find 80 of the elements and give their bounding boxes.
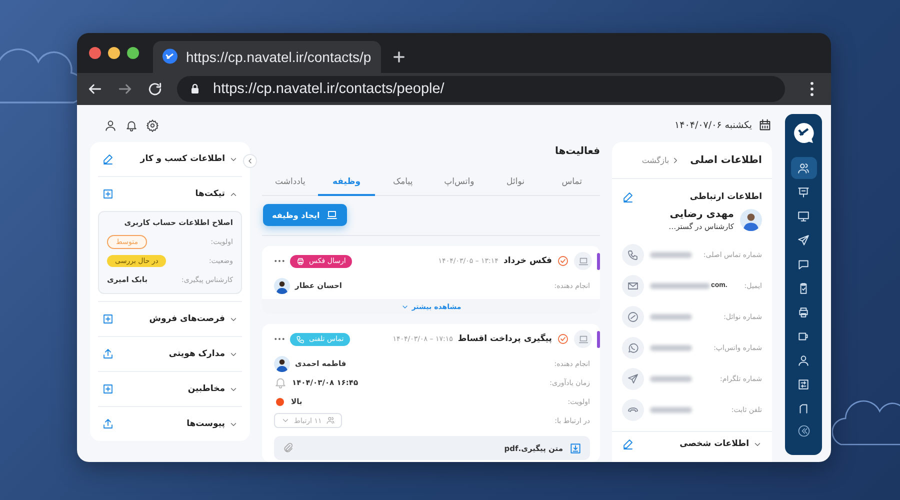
add-icon[interactable] xyxy=(102,383,114,395)
new-tab-icon[interactable] xyxy=(391,49,407,65)
settings-icon[interactable] xyxy=(146,118,159,132)
printer-icon xyxy=(296,256,305,266)
edit-icon[interactable] xyxy=(102,153,114,165)
telephone-icon[interactable] xyxy=(622,398,644,420)
upload-icon[interactable] xyxy=(102,348,114,360)
panel-title: اطلاعات اصلی xyxy=(690,154,762,166)
logo-icon xyxy=(792,121,816,145)
tab-title: https://cp.navatel.ir/contacts/p xyxy=(186,49,372,65)
blurred-value xyxy=(650,344,692,350)
back-link[interactable]: بازگشت xyxy=(642,156,680,164)
download-icon[interactable] xyxy=(569,442,582,454)
phone-icon[interactable] xyxy=(622,244,644,266)
upload-icon[interactable] xyxy=(102,418,114,430)
reload-icon[interactable] xyxy=(147,81,163,97)
avatar xyxy=(274,278,290,294)
browser-tab[interactable]: https://cp.navatel.ir/contacts/p xyxy=(153,41,381,73)
activity-tab[interactable]: تماس xyxy=(544,171,600,196)
create-task-button[interactable]: ایجاد وظیفه xyxy=(263,204,347,226)
add-icon[interactable] xyxy=(102,188,114,200)
section-title[interactable]: مدارک هویتی xyxy=(168,349,225,359)
activities-title: فعالیت‌ها xyxy=(554,146,600,157)
laptop-icon xyxy=(574,252,592,270)
back-icon[interactable] xyxy=(87,81,103,97)
blurred-value xyxy=(650,376,692,382)
collapse-toggle[interactable] xyxy=(243,154,257,168)
chat-circle-icon[interactable] xyxy=(622,306,644,328)
current-date: یکشنبه ۱۴۰۴/۰۷/۰۶ xyxy=(674,120,752,130)
section-title[interactable]: پیوست‌ها xyxy=(186,419,225,429)
more-options-icon[interactable] xyxy=(274,259,285,263)
accent-bar xyxy=(597,330,600,348)
paperclip-icon xyxy=(282,442,294,454)
avatar xyxy=(740,209,762,231)
avatar xyxy=(274,356,290,372)
blurred-value xyxy=(650,406,692,412)
contact-name: مهدی رضایی xyxy=(668,209,734,220)
activity-tab[interactable]: نوائل xyxy=(487,171,544,196)
add-icon[interactable] xyxy=(102,313,114,325)
blurred-value xyxy=(650,282,710,288)
section-title: اطلاعات ارتباطی xyxy=(690,192,762,202)
chevron-left-icon xyxy=(246,157,254,165)
activity-title: فکس خرداد xyxy=(503,256,552,266)
forward-icon[interactable] xyxy=(117,81,133,97)
section-title[interactable]: تیکت‌ها xyxy=(195,189,225,199)
address-bar[interactable]: https://cp.navatel.ir/contacts/people/ xyxy=(177,76,785,102)
lock-icon xyxy=(189,83,201,95)
laptop-icon xyxy=(574,330,592,348)
activity-title: پیگیری پرداخت اقساط xyxy=(458,334,552,344)
menu-icon[interactable] xyxy=(809,81,815,97)
chevron-down-icon xyxy=(281,416,290,425)
close-window-button[interactable] xyxy=(89,47,101,59)
laptop-icon xyxy=(326,209,338,221)
edit-icon[interactable] xyxy=(622,438,634,450)
whatsapp-icon[interactable] xyxy=(622,336,644,358)
section-title[interactable]: مخاطبین xyxy=(188,384,225,394)
notification-icon[interactable] xyxy=(125,118,138,132)
activity-tab[interactable]: یادداشت xyxy=(262,171,318,196)
calendar-icon xyxy=(758,118,772,132)
people-icon xyxy=(326,416,335,425)
section-title[interactable]: اطلاعات شخصی xyxy=(680,439,749,449)
blurred-value xyxy=(650,252,692,258)
profile-icon[interactable] xyxy=(104,118,117,132)
edit-icon[interactable] xyxy=(622,191,634,203)
phone-icon xyxy=(296,334,305,344)
section-title[interactable]: فرصت‌های فروش xyxy=(149,314,225,324)
activity-tab[interactable]: پیامک xyxy=(374,171,432,196)
send-icon[interactable] xyxy=(622,368,644,390)
section-title[interactable]: اطلاعات کسب و کار xyxy=(140,154,225,164)
activity-tab[interactable]: واتس‌اپ xyxy=(431,171,488,196)
accent-bar xyxy=(597,252,600,270)
collapse-sidebar-icon[interactable] xyxy=(796,424,810,438)
bell-icon xyxy=(274,376,287,389)
blurred-value xyxy=(650,314,692,320)
chat-bubble-icon xyxy=(161,48,179,66)
minimize-window-button[interactable] xyxy=(108,47,120,59)
maximize-window-button[interactable] xyxy=(127,47,139,59)
more-options-icon[interactable] xyxy=(274,337,285,341)
mail-icon[interactable] xyxy=(622,274,644,296)
contacts-icon[interactable] xyxy=(790,157,816,179)
